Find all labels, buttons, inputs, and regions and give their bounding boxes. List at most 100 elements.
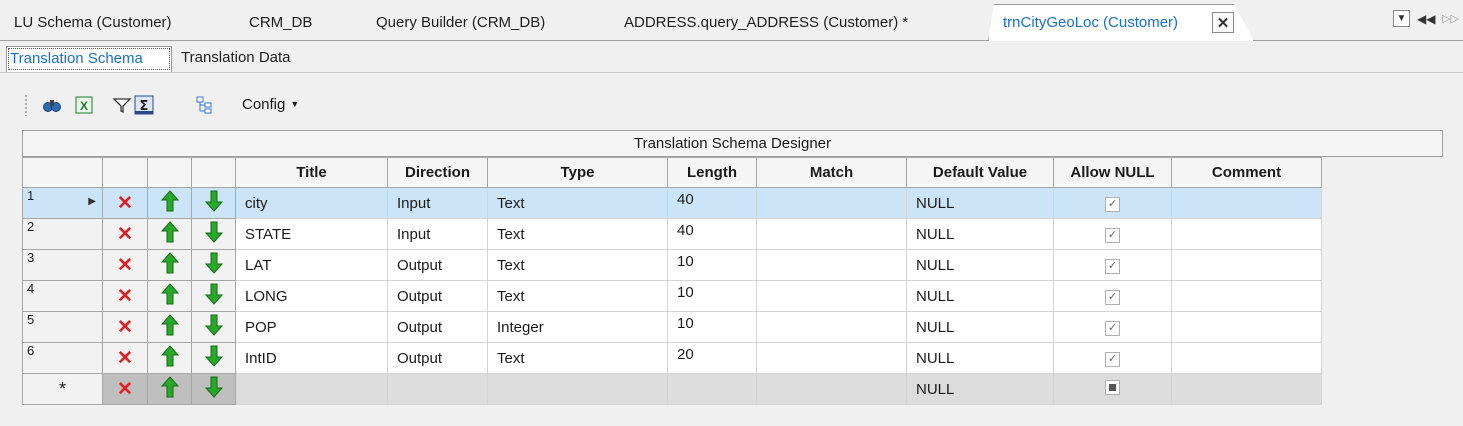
cell-title[interactable]: POP <box>235 311 388 343</box>
cell-type[interactable]: Text <box>487 342 668 374</box>
cell-allow-null[interactable]: ✓ <box>1053 218 1172 250</box>
delete-row-button[interactable]: ✕ <box>102 373 148 405</box>
cell-comment[interactable] <box>1171 280 1322 312</box>
toolbar-grip[interactable] <box>24 94 28 116</box>
cell-allow-null[interactable]: ✓ <box>1053 187 1172 219</box>
cell-direction[interactable]: Input <box>387 218 488 250</box>
cell-direction[interactable]: Input <box>387 187 488 219</box>
cell-match[interactable] <box>756 342 907 374</box>
tab-list-dropdown-icon[interactable]: ▼ <box>1393 10 1410 27</box>
tab-crm-db[interactable]: CRM_DB <box>249 14 312 31</box>
cell-default-value[interactable]: NULL <box>906 373 1054 405</box>
delete-row-button[interactable]: ✕ <box>102 280 148 312</box>
delete-row-button[interactable]: ✕ <box>102 218 148 250</box>
cell-length[interactable]: 40 <box>667 187 757 219</box>
cell-comment[interactable] <box>1171 187 1322 219</box>
cell-type[interactable]: Text <box>487 187 668 219</box>
allow-null-checkbox[interactable]: ✓ <box>1105 259 1120 274</box>
cell-length[interactable]: 10 <box>667 280 757 312</box>
cell-length[interactable]: 10 <box>667 311 757 343</box>
cell-default-value[interactable]: NULL <box>906 311 1054 343</box>
cell-default-value[interactable]: NULL <box>906 280 1054 312</box>
cell-allow-null[interactable]: ✓ <box>1053 342 1172 374</box>
row-number[interactable]: 1 ▶ <box>22 187 103 219</box>
table-row[interactable]: 6 ✕ IntID Output Text 20 NULL ✓ <box>22 342 1322 374</box>
move-down-button[interactable] <box>191 280 236 312</box>
close-icon[interactable]: ✕ <box>1212 12 1234 33</box>
cell-allow-null[interactable] <box>1053 373 1172 405</box>
cell-comment[interactable] <box>1171 249 1322 281</box>
delete-row-button[interactable]: ✕ <box>102 187 148 219</box>
cell-title[interactable] <box>235 373 388 405</box>
cell-comment[interactable] <box>1171 311 1322 343</box>
tab-lu-schema[interactable]: LU Schema (Customer) <box>14 14 172 31</box>
cell-match[interactable] <box>756 218 907 250</box>
move-down-button[interactable] <box>191 218 236 250</box>
move-up-button[interactable] <box>147 218 192 250</box>
excel-export-icon[interactable]: X <box>74 95 94 115</box>
cell-default-value[interactable]: NULL <box>906 342 1054 374</box>
move-up-button[interactable] <box>147 249 192 281</box>
tab-trn-city-geoloc[interactable]: trnCityGeoLoc (Customer) <box>1003 14 1178 31</box>
allow-null-checkbox[interactable]: ✓ <box>1105 290 1120 305</box>
filter-icon[interactable] <box>112 95 132 115</box>
table-row[interactable]: 1 ▶ ✕ city Input Text 40 NULL ✓ <box>22 187 1322 219</box>
cell-match[interactable] <box>756 187 907 219</box>
cell-direction[interactable]: Output <box>387 249 488 281</box>
cell-length[interactable]: 40 <box>667 218 757 250</box>
column-header-match[interactable]: Match <box>756 157 907 188</box>
move-up-button[interactable] <box>147 280 192 312</box>
cell-type[interactable]: Text <box>487 280 668 312</box>
column-header-title[interactable]: Title <box>235 157 388 188</box>
cell-direction[interactable] <box>387 373 488 405</box>
scroll-left-icon[interactable]: ◀◀ <box>1417 12 1435 26</box>
cell-title[interactable]: LAT <box>235 249 388 281</box>
cell-length[interactable] <box>667 373 757 405</box>
cell-comment[interactable] <box>1171 218 1322 250</box>
cell-allow-null[interactable]: ✓ <box>1053 311 1172 343</box>
table-row[interactable]: 3 ✕ LAT Output Text 10 NULL ✓ <box>22 249 1322 281</box>
move-down-button[interactable] <box>191 249 236 281</box>
move-down-button[interactable] <box>191 187 236 219</box>
cell-match[interactable] <box>756 249 907 281</box>
delete-row-button[interactable]: ✕ <box>102 342 148 374</box>
allow-null-checkbox[interactable]: ✓ <box>1105 197 1120 212</box>
tree-icon[interactable] <box>195 95 215 115</box>
cell-title[interactable]: LONG <box>235 280 388 312</box>
row-number[interactable]: * <box>22 373 103 405</box>
scroll-right-icon[interactable]: ▷▷ <box>1442 12 1459 25</box>
cell-type[interactable]: Integer <box>487 311 668 343</box>
move-down-button[interactable] <box>191 373 236 405</box>
column-header-allow-null[interactable]: Allow NULL <box>1053 157 1172 188</box>
tab-translation-data[interactable]: Translation Data <box>178 46 294 72</box>
row-number[interactable]: 6 <box>22 342 103 374</box>
cell-comment[interactable] <box>1171 342 1322 374</box>
cell-length[interactable]: 20 <box>667 342 757 374</box>
move-down-button[interactable] <box>191 311 236 343</box>
column-header-length[interactable]: Length <box>667 157 757 188</box>
sum-icon[interactable]: Σ <box>134 95 154 115</box>
cell-title[interactable]: IntID <box>235 342 388 374</box>
cell-direction[interactable]: Output <box>387 342 488 374</box>
cell-length[interactable]: 10 <box>667 249 757 281</box>
table-row[interactable]: 5 ✕ POP Output Integer 10 NULL ✓ <box>22 311 1322 343</box>
allow-null-checkbox[interactable]: ✓ <box>1105 321 1120 336</box>
move-up-button[interactable] <box>147 311 192 343</box>
table-row[interactable]: 2 ✕ STATE Input Text 40 NULL ✓ <box>22 218 1322 250</box>
cell-title[interactable]: STATE <box>235 218 388 250</box>
cell-title[interactable]: city <box>235 187 388 219</box>
allow-null-checkbox[interactable]: ✓ <box>1105 228 1120 243</box>
tab-translation-schema[interactable]: Translation Schema <box>6 46 172 72</box>
column-header-default-value[interactable]: Default Value <box>906 157 1054 188</box>
move-up-button[interactable] <box>147 187 192 219</box>
row-number[interactable]: 2 <box>22 218 103 250</box>
tab-address-query[interactable]: ADDRESS.query_ADDRESS (Customer) * <box>624 14 908 31</box>
column-header-type[interactable]: Type <box>487 157 668 188</box>
move-up-button[interactable] <box>147 373 192 405</box>
row-number[interactable]: 4 <box>22 280 103 312</box>
column-header-direction[interactable]: Direction <box>387 157 488 188</box>
tab-query-builder[interactable]: Query Builder (CRM_DB) <box>376 14 545 31</box>
allow-null-checkbox[interactable] <box>1105 379 1120 395</box>
move-up-button[interactable] <box>147 342 192 374</box>
cell-type[interactable] <box>487 373 668 405</box>
